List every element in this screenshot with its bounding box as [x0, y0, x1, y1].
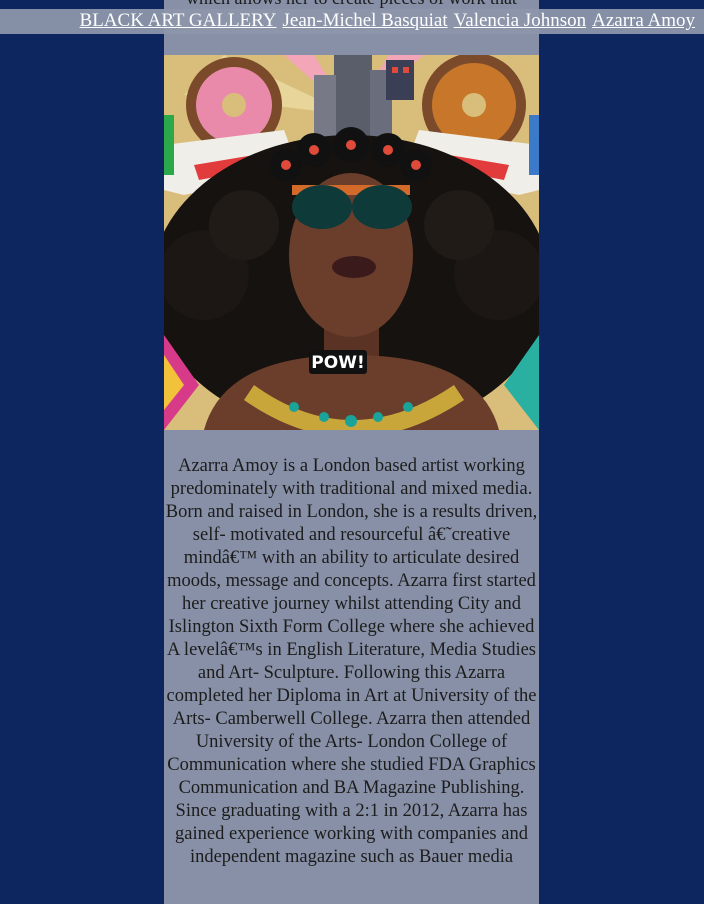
content-column: which allows her to create pieces of wor…	[164, 0, 539, 904]
nav-link-valencia-johnson[interactable]: Valencia Johnson	[454, 10, 586, 31]
artwork-image: POW!	[164, 55, 539, 430]
top-navbar: BLACK ART GALLERY Jean-Michel Basquiat V…	[0, 9, 704, 34]
nav-link-black-art-gallery[interactable]: BLACK ART GALLERY	[80, 10, 277, 31]
pow-badge-text: POW!	[311, 353, 364, 373]
artist-bio: Azarra Amoy is a London based artist wor…	[165, 456, 538, 867]
nav-link-azarra-amoy[interactable]: Azarra Amoy	[592, 10, 695, 31]
nav-link-jean-michel-basquiat[interactable]: Jean-Michel Basquiat	[283, 10, 448, 31]
nav-links: BLACK ART GALLERY Jean-Michel Basquiat V…	[78, 9, 695, 34]
